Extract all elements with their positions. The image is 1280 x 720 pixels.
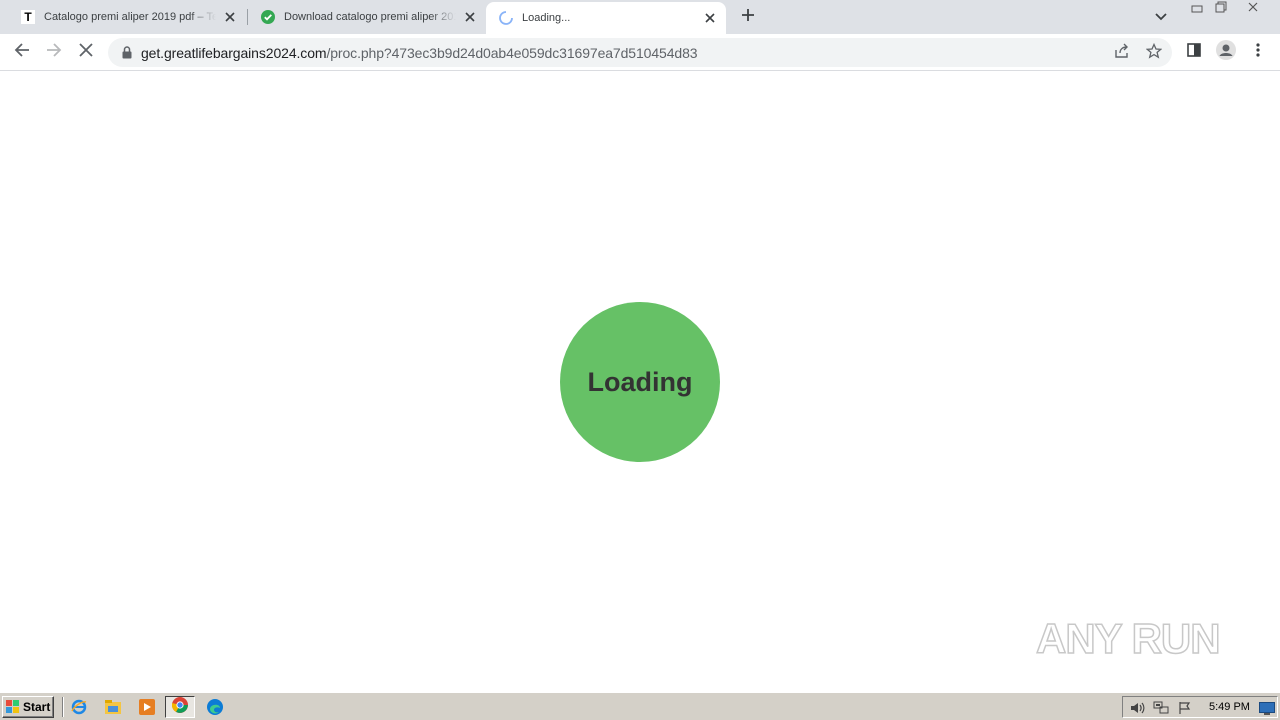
taskbar-separator [62, 697, 64, 717]
share-button[interactable] [1111, 42, 1133, 64]
url-path: /proc.php?473ec3b9d24d0ab4e059dc31697ea7… [326, 45, 698, 61]
taskbar: Start 5:49 PM [0, 692, 1280, 720]
tab-title: Download catalogo premi aliper 2019 pdf [284, 11, 456, 23]
close-icon [1247, 0, 1259, 18]
menu-button[interactable] [1244, 38, 1272, 66]
show-desktop-icon[interactable] [1259, 700, 1275, 716]
anyrun-watermark: ANY RUN [1035, 608, 1236, 670]
forward-button[interactable] [40, 38, 68, 66]
arrow-right-icon [46, 42, 62, 63]
clock: 5:49 PM [1209, 701, 1250, 713]
star-icon [1145, 42, 1163, 64]
tab-search-button[interactable] [1150, 6, 1172, 28]
profile-button[interactable] [1212, 38, 1240, 66]
close-icon[interactable] [702, 10, 718, 26]
share-icon [1114, 43, 1130, 64]
tab-title: Loading... [522, 12, 571, 24]
tab-strip: T Catalogo premi aliper 2019 pdf – Teleg… [0, 0, 1280, 34]
chevron-down-icon [1155, 8, 1167, 26]
system-tray: 5:49 PM [1122, 696, 1278, 718]
loading-circle: Loading [560, 302, 720, 462]
avatar-icon [1216, 39, 1236, 65]
media-player-icon[interactable] [138, 698, 156, 716]
action-center-flag-icon[interactable] [1177, 700, 1193, 716]
side-panel-button[interactable] [1180, 38, 1208, 66]
minimize-button[interactable] [1184, 0, 1210, 18]
file-explorer-icon[interactable] [104, 698, 122, 716]
browser-toolbar: get.greatlifebargains2024.com/proc.php?4… [0, 34, 1280, 71]
close-icon [79, 42, 93, 62]
stop-loading-button[interactable] [72, 38, 100, 66]
arrow-left-icon [14, 42, 30, 63]
volume-icon[interactable] [1129, 700, 1145, 716]
internet-explorer-icon[interactable] [70, 698, 88, 716]
tab-title: Catalogo premi aliper 2019 pdf – Telegra… [44, 11, 216, 23]
close-icon[interactable] [462, 9, 478, 25]
page-content: Loading ANY RUN [0, 72, 1280, 692]
green-check-icon [260, 9, 276, 25]
lock-icon[interactable] [120, 45, 134, 59]
windows-logo-icon [6, 700, 20, 714]
new-tab-button[interactable] [736, 5, 760, 29]
start-label: Start [23, 700, 51, 714]
network-icon[interactable] [1153, 700, 1169, 716]
loading-text: Loading [587, 366, 693, 397]
tab-loading-active[interactable]: Loading... [486, 2, 726, 34]
bookmark-button[interactable] [1143, 42, 1165, 64]
edge-icon[interactable] [206, 698, 224, 716]
minimize-icon [1191, 0, 1203, 18]
restore-button[interactable] [1208, 0, 1234, 18]
window-close-button[interactable] [1240, 0, 1266, 18]
chrome-taskbar-button[interactable] [165, 696, 195, 718]
tab-telegraph[interactable]: T Catalogo premi aliper 2019 pdf – Teleg… [0, 0, 246, 34]
close-icon[interactable] [222, 9, 238, 25]
more-vert-icon [1256, 42, 1260, 62]
telegraph-t-icon: T [20, 9, 36, 25]
url-text[interactable]: get.greatlifebargains2024.com/proc.php?4… [141, 45, 698, 61]
loading-spinner-icon [498, 10, 514, 26]
back-button[interactable] [8, 38, 36, 66]
tab-download-catalogo[interactable]: Download catalogo premi aliper 2019 pdf [240, 0, 486, 34]
plus-icon [741, 8, 755, 27]
watermark-text: ANY RUN [1035, 614, 1221, 663]
url-host: get.greatlifebargains2024.com [141, 45, 327, 61]
start-button[interactable]: Start [2, 696, 54, 718]
restore-icon [1215, 0, 1227, 18]
chrome-icon [171, 696, 188, 718]
side-panel-icon [1187, 42, 1201, 62]
address-bar[interactable]: get.greatlifebargains2024.com/proc.php?4… [108, 38, 1172, 67]
